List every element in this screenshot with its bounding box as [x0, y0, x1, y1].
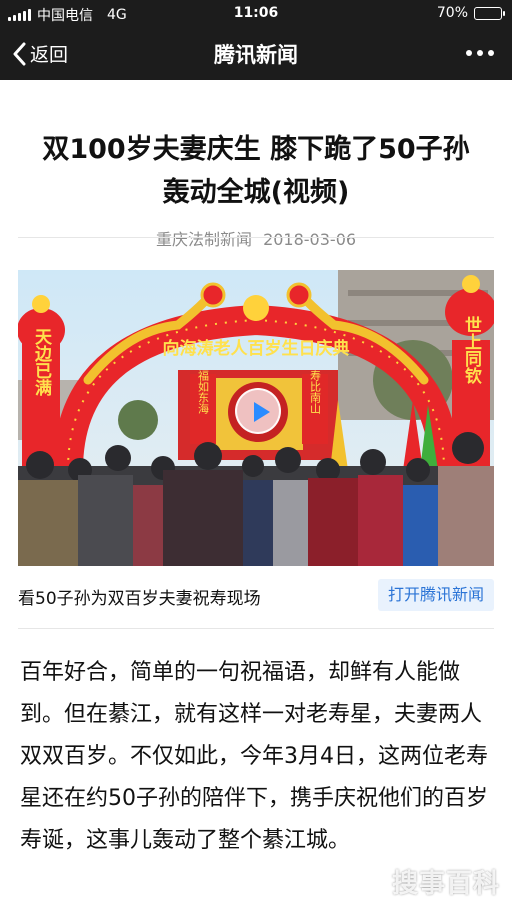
video-caption: 看50子孙为双百岁夫妻祝寿现场 [18, 589, 261, 609]
article-body: 百年好合，简单的一句祝福语，却鲜有人能做到。但在綦江，就有这样一对老寿星，夫妻两… [20, 660, 488, 853]
open-tencent-news-button[interactable]: 打开腾讯新闻 [377, 579, 494, 611]
arch-banner-text: 向海涛老人百岁生日庆典 [163, 338, 350, 359]
pillar-left-text: 天边已满 [31, 328, 53, 397]
battery-percent: 70% [436, 5, 468, 21]
clock: 11:06 [233, 5, 279, 21]
article-date: 2018-03-06 [263, 230, 357, 249]
more-dots-icon[interactable] [466, 50, 494, 56]
divider-top [18, 237, 494, 238]
video-player[interactable]: 向海涛老人百岁生日庆典 福如东海 寿比南山 天边已满 世上同钦 [18, 270, 494, 566]
nav-title: 腾讯新闻 [214, 43, 298, 67]
article-title: 双100岁夫妻庆生 膝下跪了50子孙轰动全城(视频) [42, 134, 470, 208]
status-bar: 中国电信 4G 11:06 70% [0, 0, 512, 26]
watermark-logo: 搜事百科 [391, 869, 500, 899]
board-left-text: 福如东海 [197, 369, 210, 415]
battery-icon [474, 6, 505, 20]
pillar-right-text: 世上同钦 [461, 316, 482, 385]
board-right-text: 寿比南山 [309, 369, 322, 414]
nav-bar: 返回 腾讯新闻 [0, 26, 512, 80]
play-icon[interactable] [235, 388, 281, 434]
article-source: 重庆法制新闻 [155, 230, 252, 249]
article-meta: 重庆法制新闻 2018-03-06 [0, 226, 512, 250]
status-right: 70% [436, 5, 505, 21]
divider-bottom [18, 628, 494, 629]
